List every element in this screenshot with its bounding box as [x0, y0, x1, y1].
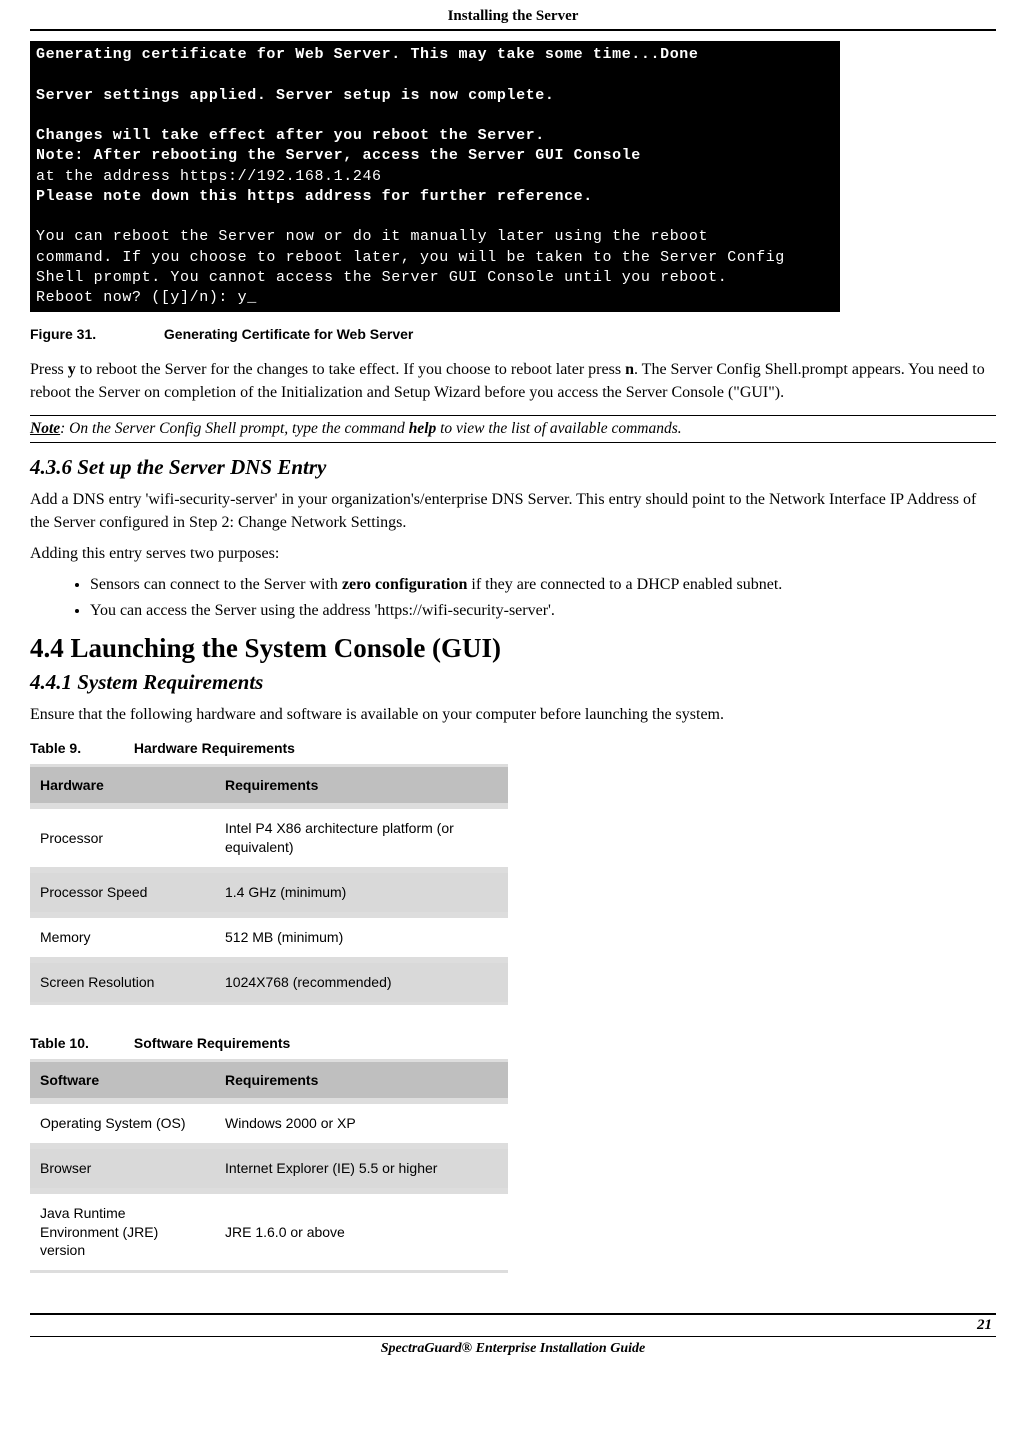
- terminal-line: command. If you choose to reboot later, …: [36, 249, 785, 266]
- text-bold: help: [409, 420, 437, 437]
- table-header: Hardware: [30, 764, 215, 806]
- bullet-list: Sensors can connect to the Server with z…: [90, 573, 996, 623]
- terminal-line: Generating certificate for Web Server. T…: [36, 46, 699, 63]
- terminal-line: Shell prompt. You cannot access the Serv…: [36, 269, 727, 286]
- page-header-title: Installing the Server: [448, 8, 579, 24]
- text: : On the Server Config Shell prompt, typ…: [60, 420, 409, 437]
- table-cell: Screen Resolution: [30, 960, 215, 1005]
- table-cell: Internet Explorer (IE) 5.5 or higher: [215, 1146, 508, 1191]
- page-header: Installing the Server: [30, 0, 996, 31]
- table-header: Software: [30, 1059, 215, 1101]
- table-header: Requirements: [215, 764, 508, 806]
- terminal-line: Note: After rebooting the Server, access…: [36, 147, 641, 164]
- list-item: Sensors can connect to the Server with z…: [90, 573, 996, 597]
- figure-title: Generating Certificate for Web Server: [164, 326, 413, 342]
- paragraph: Add a DNS entry 'wifi-security-server' i…: [30, 488, 996, 534]
- paragraph: Press y to reboot the Server for the cha…: [30, 358, 996, 404]
- figure-caption: Figure 31. Generating Certificate for We…: [30, 326, 996, 342]
- table-cell: Browser: [30, 1146, 215, 1191]
- table-cell: Windows 2000 or XP: [215, 1101, 508, 1146]
- table-label: Table 9.: [30, 740, 130, 756]
- table-cell: Processor Speed: [30, 870, 215, 915]
- text: if they are connected to a DHCP enabled …: [467, 576, 782, 593]
- table-title: Hardware Requirements: [134, 740, 295, 756]
- terminal-line: Reboot now? ([y]/n): y_: [36, 289, 257, 306]
- table-row: Operating System (OS) Windows 2000 or XP: [30, 1101, 508, 1146]
- table-cell: Processor: [30, 806, 215, 870]
- terminal-line: at the address https://192.168.1.246: [36, 168, 382, 185]
- text: to reboot the Server for the changes to …: [76, 361, 625, 378]
- table-cell: Operating System (OS): [30, 1101, 215, 1146]
- table-cell: Intel P4 X86 architecture platform (or e…: [215, 806, 508, 870]
- figure-label: Figure 31.: [30, 326, 160, 342]
- table-title: Software Requirements: [134, 1035, 290, 1051]
- text-bold: zero configuration: [342, 576, 467, 593]
- text-bold: y: [68, 361, 76, 378]
- table-row: Java Runtime Environment (JRE) version J…: [30, 1191, 508, 1274]
- footer-title: SpectraGuard® Enterprise Installation Gu…: [30, 1337, 996, 1361]
- text: You can access the Server using the addr…: [90, 602, 555, 619]
- table-cell: Memory: [30, 915, 215, 960]
- heading-4-3-6: 4.3.6 Set up the Server DNS Entry: [30, 455, 996, 480]
- hardware-requirements-table: Hardware Requirements Processor Intel P4…: [30, 764, 508, 1004]
- table-label: Table 10.: [30, 1035, 130, 1051]
- table-header-row: Software Requirements: [30, 1059, 508, 1101]
- table-row: Screen Resolution 1024X768 (recommended): [30, 960, 508, 1005]
- terminal-line: Server settings applied. Server setup is…: [36, 87, 554, 104]
- table-cell: 512 MB (minimum): [215, 915, 508, 960]
- table-cell: 1024X768 (recommended): [215, 960, 508, 1005]
- table-header: Requirements: [215, 1059, 508, 1101]
- text: Sensors can connect to the Server with: [90, 576, 342, 593]
- paragraph: Adding this entry serves two purposes:: [30, 542, 996, 565]
- heading-4-4: 4.4 Launching the System Console (GUI): [30, 633, 996, 664]
- paragraph: Ensure that the following hardware and s…: [30, 703, 996, 726]
- terminal-screenshot: Generating certificate for Web Server. T…: [30, 41, 840, 312]
- text: to view the list of available commands.: [436, 420, 681, 437]
- terminal-line: Changes will take effect after you reboo…: [36, 127, 545, 144]
- text-bold: n: [625, 361, 634, 378]
- software-requirements-table: Software Requirements Operating System (…: [30, 1059, 508, 1273]
- table-caption: Table 10. Software Requirements: [30, 1035, 996, 1051]
- table-caption: Table 9. Hardware Requirements: [30, 740, 996, 756]
- table-cell: 1.4 GHz (minimum): [215, 870, 508, 915]
- note-text: Note: On the Server Config Shell prompt,…: [30, 420, 996, 438]
- heading-4-4-1: 4.4.1 System Requirements: [30, 670, 996, 695]
- table-row: Processor Speed 1.4 GHz (minimum): [30, 870, 508, 915]
- table-cell: JRE 1.6.0 or above: [215, 1191, 508, 1274]
- table-row: Browser Internet Explorer (IE) 5.5 or hi…: [30, 1146, 508, 1191]
- page-footer: 21 SpectraGuard® Enterprise Installation…: [30, 1313, 996, 1361]
- list-item: You can access the Server using the addr…: [90, 599, 996, 623]
- note-label: Note: [30, 420, 60, 437]
- table-row: Memory 512 MB (minimum): [30, 915, 508, 960]
- terminal-line: Please note down this https address for …: [36, 188, 593, 205]
- table-row: Processor Intel P4 X86 architecture plat…: [30, 806, 508, 870]
- page-number: 21: [30, 1315, 996, 1337]
- table-cell: Java Runtime Environment (JRE) version: [30, 1191, 215, 1274]
- table-header-row: Hardware Requirements: [30, 764, 508, 806]
- note-block: Note: On the Server Config Shell prompt,…: [30, 415, 996, 443]
- terminal-line: You can reboot the Server now or do it m…: [36, 228, 708, 245]
- text: Press: [30, 361, 68, 378]
